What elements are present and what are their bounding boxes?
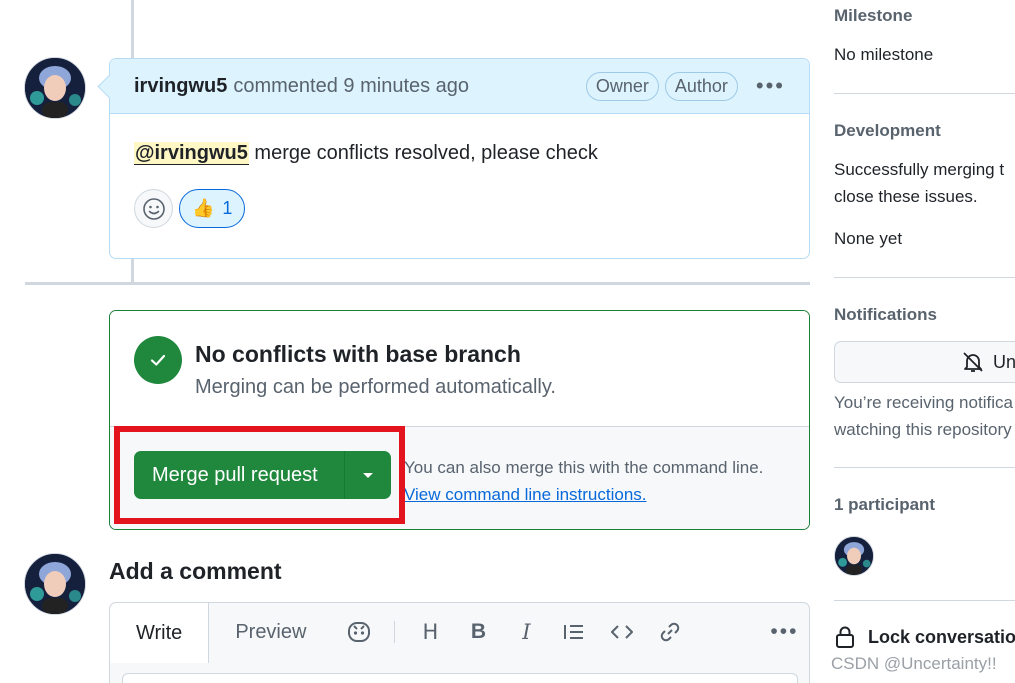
lock-conversation-label: Lock conversatio	[868, 626, 1015, 647]
editor-tabs: Write Preview H B I •••	[110, 603, 809, 663]
sidebar-divider	[834, 93, 1015, 94]
comment-header: irvingwu5 commented 9 minutes ago Owner …	[110, 59, 809, 114]
lock-icon	[836, 626, 854, 648]
heading-icon[interactable]: H	[417, 620, 443, 644]
command-line-instructions-link[interactable]: View command line instructions.	[404, 481, 763, 508]
comment-editor: Write Preview H B I •••	[109, 602, 810, 683]
copilot-icon[interactable]	[346, 621, 372, 643]
comment-author[interactable]: irvingwu5	[134, 75, 227, 98]
link-icon[interactable]	[657, 621, 683, 643]
notifications-text-line1: You’re receiving notifica	[834, 393, 1013, 412]
merge-hint: You can also merge this with the command…	[404, 454, 763, 508]
unsubscribe-button[interactable]: Un	[834, 341, 1015, 383]
avatar-image	[25, 554, 85, 614]
smiley-icon	[142, 197, 165, 220]
comment-textarea[interactable]	[122, 673, 798, 683]
thumbs-up-reaction[interactable]: 👍 1	[179, 189, 246, 228]
milestone-heading[interactable]: Milestone	[834, 6, 912, 26]
participant-avatar[interactable]	[834, 536, 874, 576]
comment-card: irvingwu5 commented 9 minutes ago Owner …	[109, 58, 810, 259]
code-icon[interactable]	[609, 623, 635, 641]
sidebar-divider	[834, 467, 1015, 468]
add-reaction-button[interactable]	[134, 189, 173, 228]
comment-body: @irvingwu5 merge conflicts resolved, ple…	[110, 114, 809, 228]
merge-status-title: No conflicts with base branch	[195, 341, 521, 367]
current-user-avatar[interactable]	[24, 553, 86, 615]
check-icon	[134, 336, 182, 384]
formatting-toolbar: H B I •••	[346, 603, 797, 661]
kebab-menu-icon[interactable]: •••	[756, 75, 785, 97]
thumbs-up-icon: 👍	[192, 198, 215, 218]
merge-status-subtitle: Merging can be performed automatically.	[195, 376, 556, 398]
bell-slash-icon	[963, 352, 983, 372]
development-heading[interactable]: Development	[834, 121, 941, 141]
development-value: None yet	[834, 229, 903, 248]
notifications-heading: Notifications	[834, 305, 937, 324]
comment-text: merge conflicts resolved, please check	[254, 142, 598, 164]
watermark: CSDN @Uncertainty!!	[831, 654, 997, 673]
reaction-count: 1	[222, 198, 233, 218]
more-options-icon[interactable]: •••	[770, 620, 797, 644]
merge-hint-text: You can also merge this with the command…	[404, 458, 764, 477]
author-avatar[interactable]	[24, 57, 86, 119]
comment-timestamp[interactable]: commented 9 minutes ago	[233, 75, 469, 98]
unsubscribe-label: Un	[993, 351, 1015, 372]
development-text-line2: close these issues.	[834, 187, 978, 206]
sidebar-divider	[834, 277, 1015, 278]
quote-icon[interactable]	[561, 623, 587, 641]
author-badge: Author	[664, 71, 738, 101]
add-comment-heading: Add a comment	[109, 558, 282, 584]
tab-write[interactable]: Write	[110, 603, 210, 663]
italic-icon[interactable]: I	[513, 620, 539, 644]
development-text-line1: Successfully merging t	[834, 160, 1005, 179]
user-mention[interactable]: @irvingwu5	[134, 142, 249, 165]
toolbar-divider	[394, 621, 396, 643]
participants-heading: 1 participant	[834, 495, 936, 514]
sidebar-divider	[834, 600, 1015, 601]
owner-badge: Owner	[585, 71, 659, 101]
timeline-separator	[25, 282, 810, 285]
milestone-value: No milestone	[834, 45, 934, 64]
bold-icon[interactable]: B	[465, 620, 491, 644]
avatar-image	[25, 58, 85, 118]
notifications-text-line2: watching this repository	[834, 420, 1012, 439]
merge-status-section: No conflicts with base branch Merging ca…	[110, 311, 809, 427]
avatar-image	[835, 537, 873, 575]
red-highlight-box	[114, 426, 405, 524]
lock-conversation-button[interactable]: Lock conversatio	[834, 625, 1015, 649]
tab-preview[interactable]: Preview	[209, 603, 332, 661]
